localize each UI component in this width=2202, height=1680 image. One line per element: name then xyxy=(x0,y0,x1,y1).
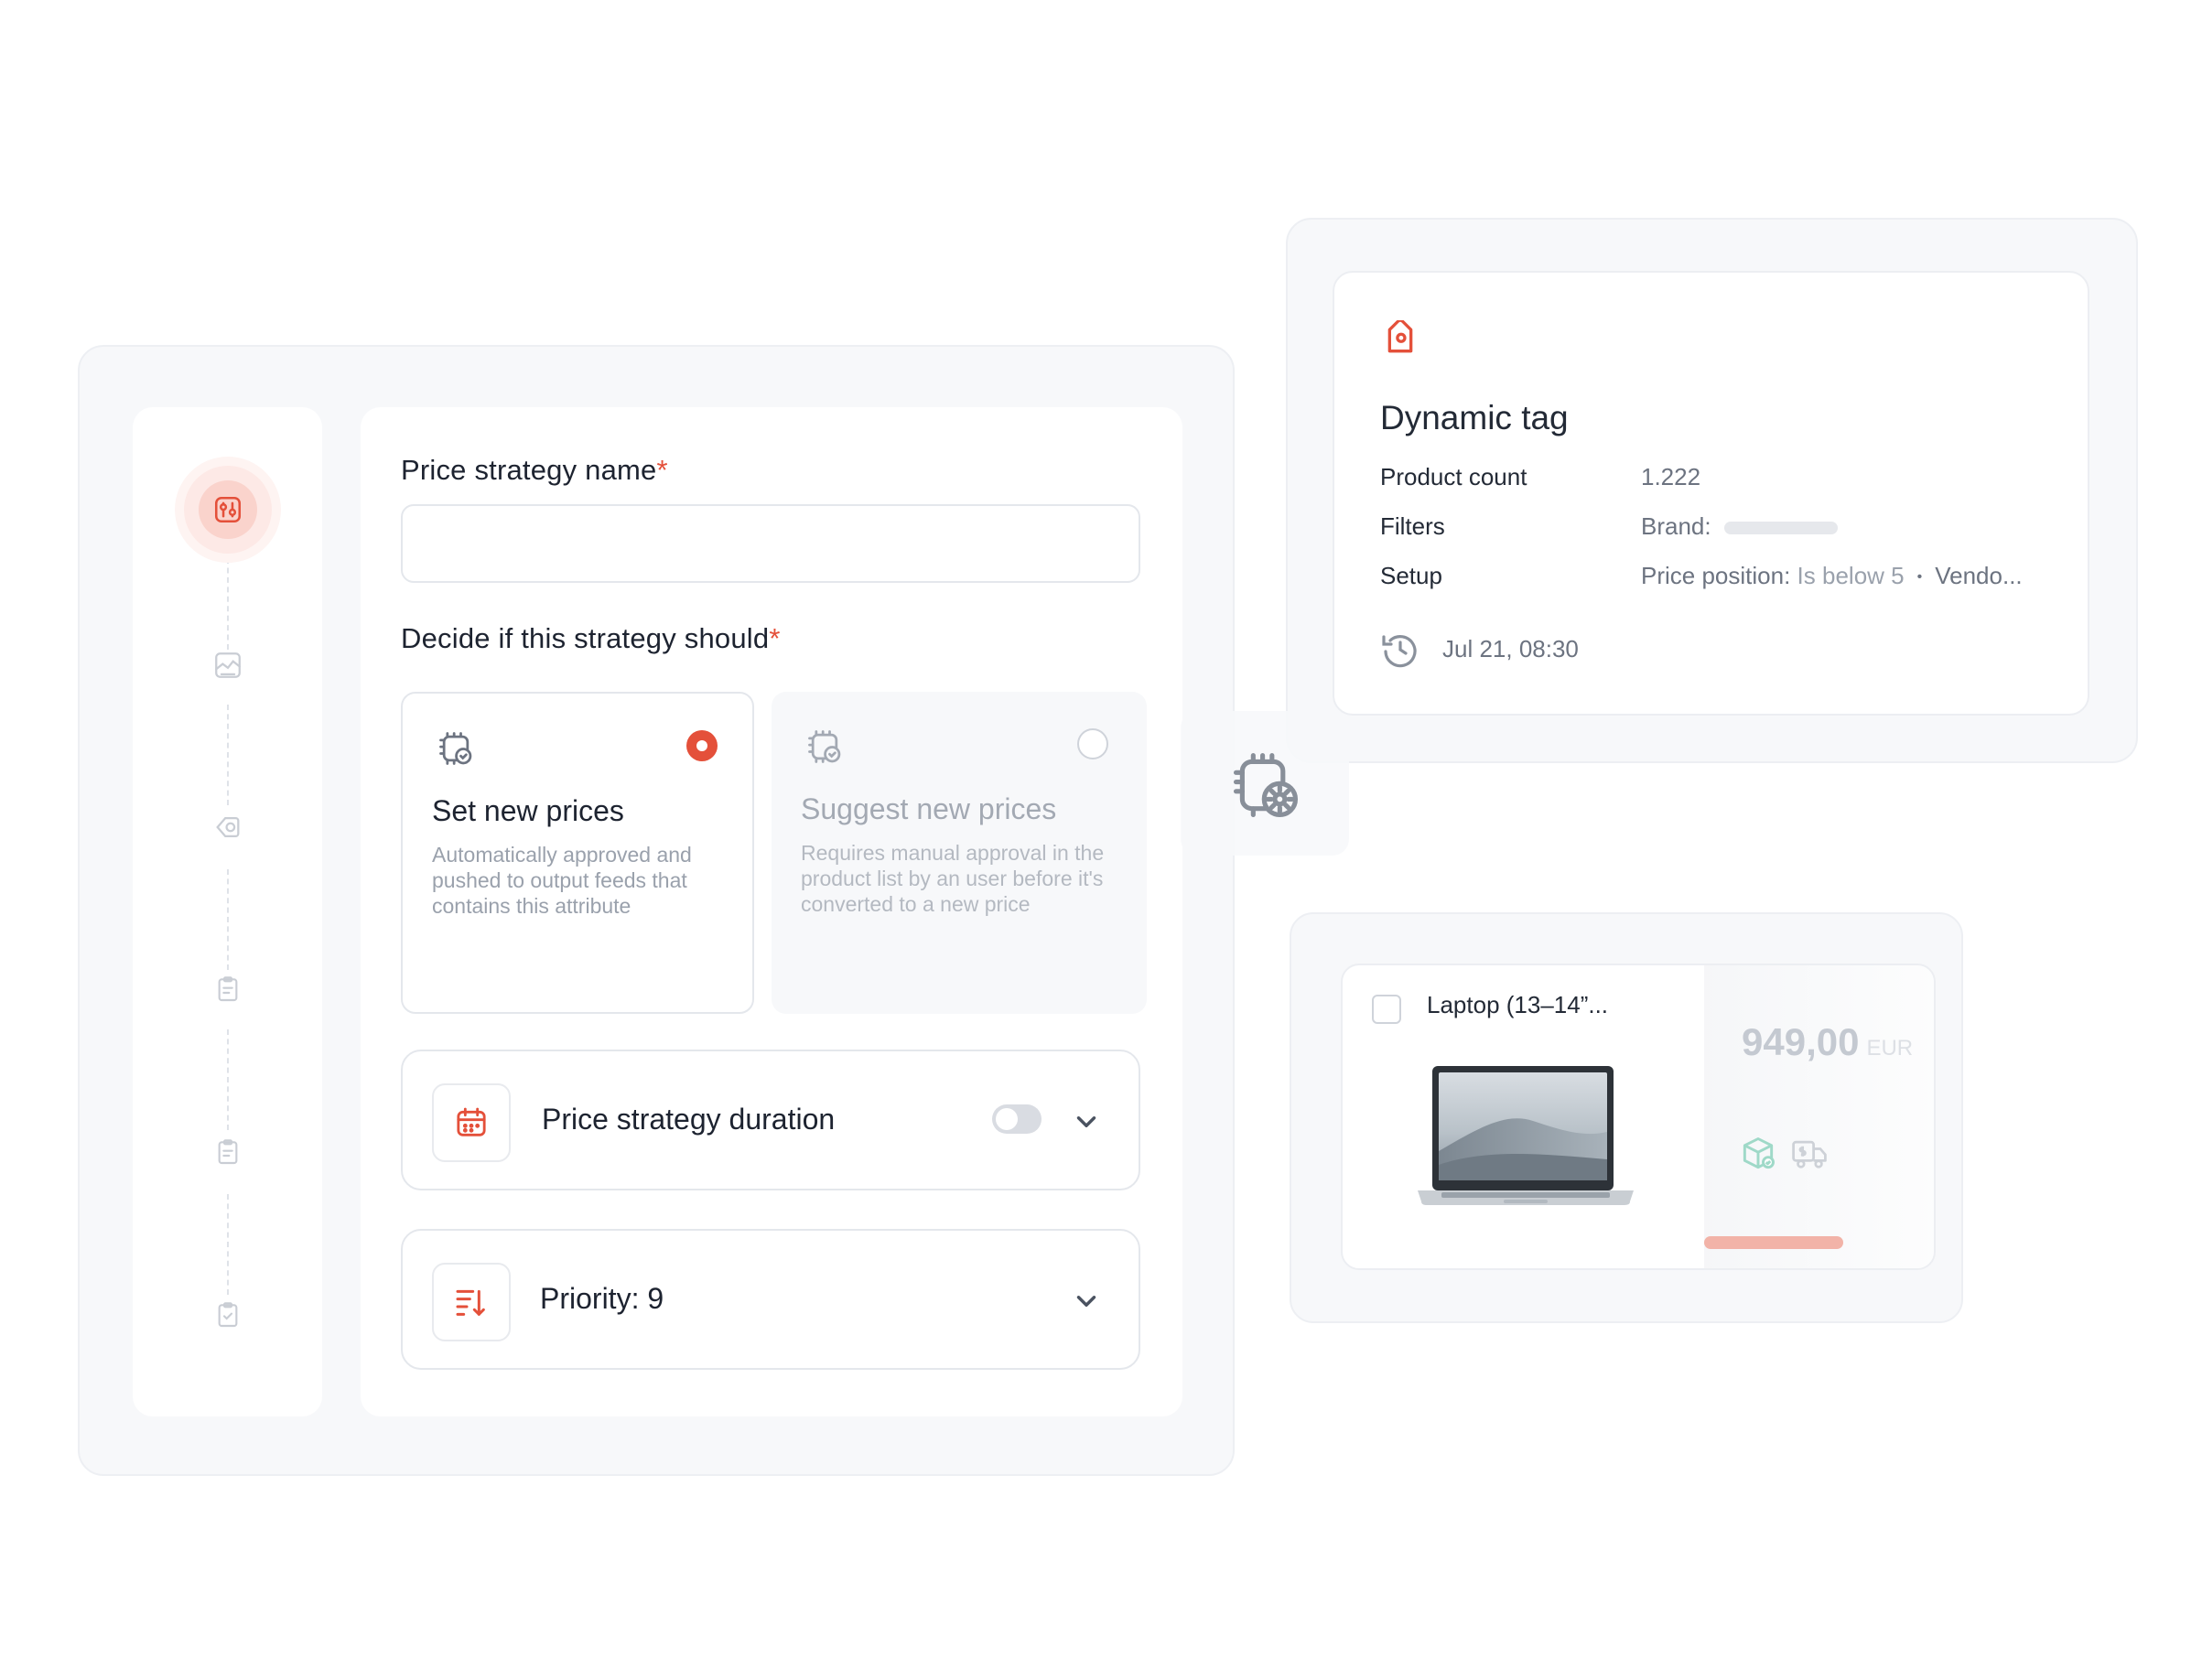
truck-dollar-icon xyxy=(1792,1140,1827,1168)
duration-accordion[interactable]: Price strategy duration xyxy=(401,1050,1140,1190)
sort-descending-icon xyxy=(456,1289,485,1316)
tag-title: Dynamic tag xyxy=(1380,399,1569,436)
option-set-new-prices[interactable]: Set new prices Automatically approved an… xyxy=(401,692,754,1014)
dynamic-tag-card: Dynamic tag Product count 1.222 Filters … xyxy=(1333,271,2089,716)
timestamp: Jul 21, 08:30 xyxy=(1442,635,1579,662)
clipboard-icon xyxy=(218,976,238,1002)
product-checkbox[interactable] xyxy=(1372,995,1401,1024)
price-column xyxy=(1704,965,1934,1268)
priority-title: Priority: 9 xyxy=(540,1282,664,1315)
option-description: Requires manual approval in the product … xyxy=(801,841,1105,916)
step-conditions[interactable] xyxy=(199,1123,257,1181)
priority-accordion[interactable]: Priority: 9 xyxy=(401,1229,1140,1370)
price-indicator-bar xyxy=(1704,1236,1843,1249)
automation-connector xyxy=(1181,711,1349,856)
settings-sliders-icon xyxy=(214,496,242,523)
clipboard-check-icon xyxy=(218,1302,238,1328)
stepper-connector xyxy=(227,1194,229,1295)
sort-icon-box xyxy=(432,1263,511,1341)
product-count-label: Product count xyxy=(1380,463,1527,490)
step-review[interactable] xyxy=(199,1286,257,1344)
chevron-down-icon[interactable] xyxy=(1071,1286,1102,1317)
setup-value: Price position: Is below 5 • Vendo... xyxy=(1641,562,2023,589)
laptop-image xyxy=(1418,1066,1634,1205)
stepper-connector xyxy=(227,705,229,805)
tag-icon xyxy=(1387,320,1413,353)
chip-gear-icon xyxy=(1233,752,1299,818)
gear-check-icon xyxy=(439,732,472,765)
filter-placeholder-bar xyxy=(1723,522,1838,535)
stepper-connector xyxy=(227,869,229,970)
history-clock-icon xyxy=(1382,635,1417,668)
setup-label: Setup xyxy=(1380,562,1442,589)
name-field-label: Price strategy name* xyxy=(401,454,668,486)
gear-check-icon xyxy=(808,730,841,763)
required-mark: * xyxy=(769,622,781,654)
step-products[interactable] xyxy=(199,636,257,695)
image-chart-icon xyxy=(215,652,241,678)
product-count-value: 1.222 xyxy=(1641,463,1701,490)
duration-toggle[interactable] xyxy=(992,1104,1042,1134)
product-price: 949,00 EUR xyxy=(1742,1020,1914,1063)
step-settings[interactable] xyxy=(184,466,272,554)
option-description: Automatically approved and pushed to out… xyxy=(432,843,692,918)
step-pricing[interactable] xyxy=(199,798,257,856)
stepper-connector xyxy=(227,1029,229,1130)
step-rules[interactable] xyxy=(199,960,257,1018)
option-title: Suggest new prices xyxy=(801,792,1057,825)
option-suggest-new-prices[interactable]: Suggest new prices Requires manual appro… xyxy=(772,692,1147,1014)
product-row: Laptop (13–14”... 949,00 EUR xyxy=(1341,964,1936,1270)
box-check-icon xyxy=(1743,1137,1775,1169)
duration-title: Price strategy duration xyxy=(542,1103,836,1136)
filters-label: Filters xyxy=(1380,512,1445,540)
radio-set-new-prices[interactable] xyxy=(686,730,718,761)
required-mark: * xyxy=(656,454,668,486)
option-title: Set new prices xyxy=(432,794,624,827)
chevron-down-icon[interactable] xyxy=(1071,1106,1102,1137)
decide-label: Decide if this strategy should* xyxy=(401,622,781,654)
tag-gear-icon xyxy=(216,816,240,838)
radio-suggest-new-prices[interactable] xyxy=(1077,728,1108,759)
clipboard-icon xyxy=(218,1139,238,1165)
filters-value: Brand: xyxy=(1641,512,1838,541)
product-name: Laptop (13–14”... xyxy=(1427,991,1609,1018)
calendar-icon xyxy=(457,1107,486,1136)
strategy-name-input[interactable] xyxy=(401,504,1140,583)
calendar-icon-box xyxy=(432,1083,511,1162)
stepper xyxy=(133,407,322,1416)
